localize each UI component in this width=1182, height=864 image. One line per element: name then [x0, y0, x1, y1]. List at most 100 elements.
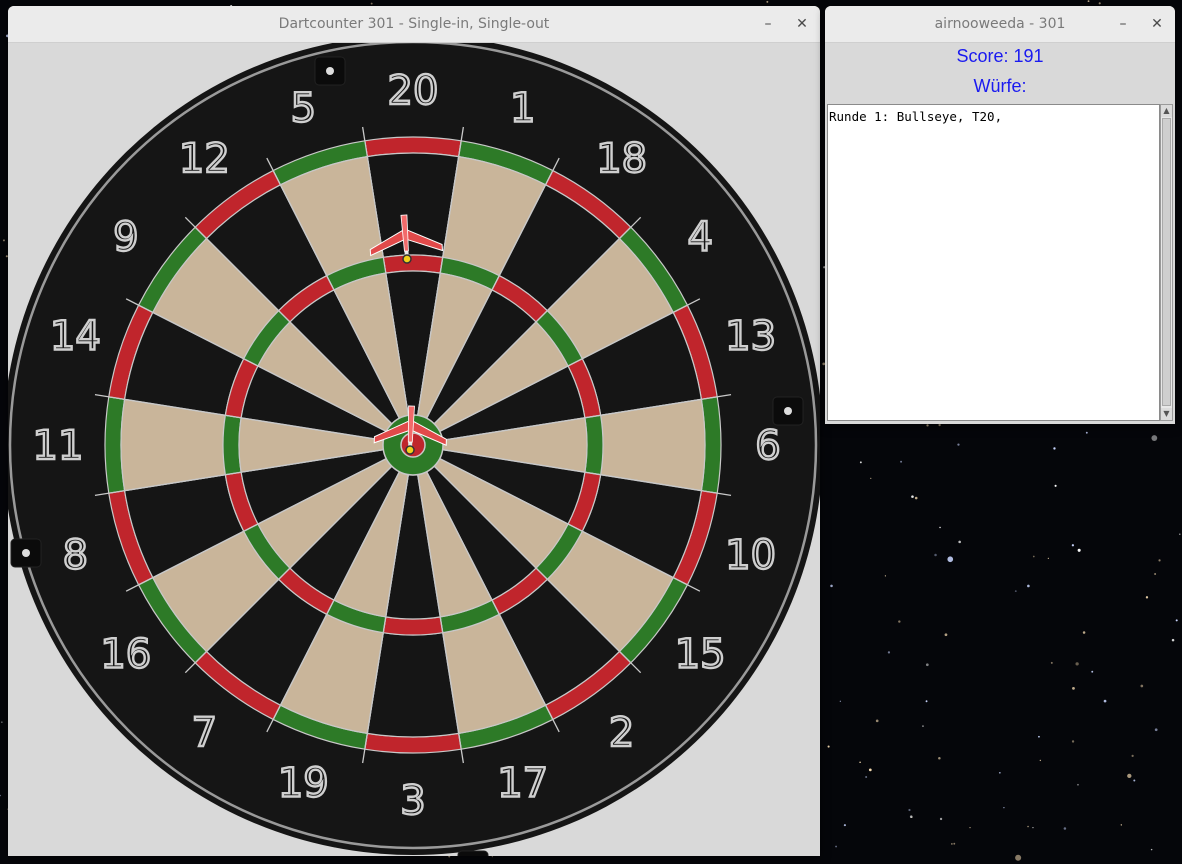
star — [1120, 824, 1122, 826]
star — [884, 575, 887, 577]
star — [1054, 484, 1057, 487]
board-number: 16 — [100, 632, 151, 678]
minimize-icon[interactable]: – — [758, 14, 778, 34]
star — [908, 808, 911, 812]
star — [998, 771, 1001, 774]
board-number: 5 — [291, 85, 316, 131]
star — [1151, 435, 1158, 441]
star — [2, 239, 5, 242]
bracket-screw — [784, 407, 792, 415]
titlebar: airnooweeda - 301 – ✕ — [825, 6, 1175, 43]
board-number: 9 — [113, 214, 138, 260]
throws-label: Würfe: — [973, 76, 1027, 96]
star — [909, 815, 913, 819]
star — [951, 843, 953, 845]
star — [859, 461, 862, 464]
board-number: 3 — [400, 778, 425, 824]
score-panel: Score: 191 Würfe: Runde 1: Bullseye, T20… — [825, 43, 1175, 424]
scroll-down-icon[interactable]: ▼ — [1161, 408, 1172, 420]
star — [1003, 806, 1005, 809]
board-number: 19 — [278, 761, 329, 807]
board-number: 14 — [50, 313, 101, 359]
star — [947, 556, 954, 563]
board-number: 12 — [179, 136, 230, 182]
star — [1082, 631, 1086, 634]
star — [1175, 619, 1178, 622]
star — [1027, 584, 1030, 588]
star — [1027, 825, 1029, 828]
star — [969, 826, 971, 829]
star — [830, 584, 833, 588]
star — [1098, 2, 1101, 5]
star — [827, 745, 830, 748]
star — [1063, 827, 1067, 830]
board-number: 4 — [687, 214, 712, 260]
dartboard[interactable]: 20 1 18 4 13 6 10 15 2 17 3 19 7 16 8 11 14 9 12 5 — [8, 43, 820, 856]
bracket-screw — [326, 67, 334, 75]
star — [1154, 573, 1157, 576]
star — [914, 496, 918, 500]
bracket — [457, 850, 489, 856]
star — [1032, 555, 1035, 558]
star — [1145, 596, 1149, 599]
titlebar: Dartcounter 301 - Single-in, Single-out … — [8, 6, 820, 43]
star — [865, 775, 868, 778]
star — [766, 0, 769, 3]
star — [898, 620, 901, 623]
board-number: 11 — [33, 423, 84, 469]
board-number: 7 — [192, 710, 217, 756]
board-number: 10 — [725, 533, 776, 579]
log-scrollbar[interactable]: ▲ ▼ — [1160, 104, 1173, 421]
star — [1071, 740, 1075, 743]
star — [958, 540, 961, 544]
star — [370, 2, 373, 5]
star — [859, 761, 861, 764]
star — [1032, 826, 1034, 829]
star — [1091, 670, 1094, 673]
score-label: Score: 191 — [956, 46, 1044, 66]
star — [0, 794, 1, 797]
board-number: 20 — [388, 68, 439, 114]
board-number: 6 — [755, 423, 780, 469]
scroll-up-icon[interactable]: ▲ — [1161, 105, 1172, 117]
board-number: 18 — [596, 136, 647, 182]
star — [944, 633, 948, 637]
dartboard-area[interactable]: 20 1 18 4 13 6 10 15 2 17 3 19 7 16 8 11 14 9 12 5 — [8, 43, 820, 856]
star — [957, 443, 960, 446]
throws-log-textarea[interactable]: Runde 1: Bullseye, T20, — [827, 104, 1160, 421]
star — [911, 495, 914, 498]
star — [1047, 557, 1049, 559]
star — [1014, 590, 1017, 593]
scrollbar-thumb[interactable] — [1162, 118, 1171, 406]
star — [1075, 662, 1079, 666]
star — [1072, 686, 1075, 690]
star — [887, 651, 891, 654]
star — [934, 553, 937, 557]
board-number: 8 — [63, 533, 88, 579]
star — [922, 725, 924, 727]
bracket-screw — [22, 549, 30, 557]
close-icon[interactable]: ✕ — [792, 14, 812, 34]
star — [835, 845, 837, 848]
star — [1038, 735, 1040, 738]
minimize-icon[interactable]: – — [1113, 14, 1133, 34]
star — [1140, 684, 1144, 688]
star — [939, 817, 943, 821]
star — [1127, 773, 1132, 779]
board-number: 17 — [497, 761, 548, 807]
star — [1171, 638, 1175, 642]
star — [939, 526, 941, 529]
star — [1050, 661, 1053, 664]
star — [1133, 779, 1136, 782]
star — [1103, 699, 1107, 703]
star — [1071, 544, 1075, 547]
star — [843, 824, 846, 827]
star — [1179, 533, 1181, 535]
star — [953, 842, 956, 845]
close-icon[interactable]: ✕ — [1147, 14, 1167, 34]
star — [1015, 854, 1022, 861]
star — [1150, 848, 1153, 851]
star — [839, 700, 841, 702]
star — [938, 756, 941, 760]
star — [1, 721, 3, 723]
